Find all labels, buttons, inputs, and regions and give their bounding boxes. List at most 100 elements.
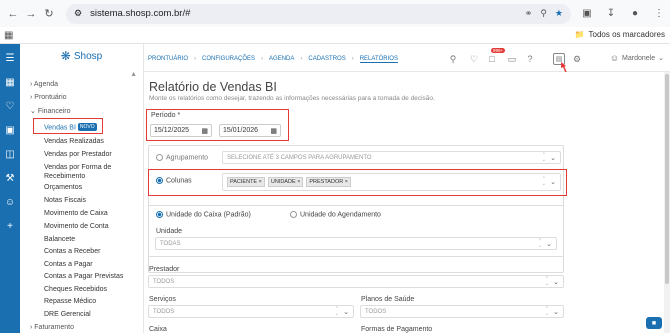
- pin-icon[interactable]: ▲: [130, 71, 137, 78]
- chat-button[interactable]: ■: [646, 317, 662, 329]
- sidebar-item[interactable]: Notas Fiscais: [44, 196, 139, 205]
- chevron-down-icon[interactable]: ⌄: [343, 308, 349, 316]
- agrupamento-radio[interactable]: Agrupamento: [156, 154, 208, 161]
- heart-icon[interactable]: ♡: [0, 96, 20, 116]
- browser-toolbar: ← → ↻ ⚙ sistema.shosp.com.br/# ⚭ ⚲ ★ ▣ ↧…: [0, 0, 670, 27]
- back-icon[interactable]: ←: [4, 5, 22, 23]
- notification-count: 999+: [491, 48, 506, 53]
- breadcrumb-link[interactable]: CADASTROS: [308, 56, 345, 63]
- users-icon[interactable]: ☺: [0, 192, 20, 212]
- servicos-select[interactable]: TODOS ⌃ ⌄ ⌄: [148, 305, 354, 318]
- bell-icon[interactable]: ♡: [468, 53, 480, 65]
- sidebar-item-label: Agenda: [33, 81, 59, 88]
- sidebar-item[interactable]: Contas a Pagar: [44, 260, 139, 269]
- key-icon[interactable]: ⚭: [525, 8, 533, 19]
- chevron-down-icon[interactable]: ⌄: [553, 308, 559, 316]
- radio-button[interactable]: [156, 154, 163, 161]
- sidebar-item[interactable]: Movimento de Conta: [44, 222, 139, 231]
- sidebar-item[interactable]: Vendas por Forma de Recebimento: [44, 163, 139, 181]
- chevron-down-icon[interactable]: ⌄: [553, 278, 559, 286]
- sidebar-item-faturamento[interactable]: › Faturamento: [30, 324, 74, 331]
- sidebar-item-financeiro[interactable]: ⌄ Financeiro: [30, 107, 71, 115]
- avatar[interactable]: ●: [627, 6, 643, 22]
- address-bar[interactable]: ⚙ sistema.shosp.com.br/# ⚭ ⚲ ★: [66, 3, 571, 24]
- scrollbar[interactable]: [664, 72, 670, 333]
- breadcrumb: PRONTUÁRIO › CONFIGURAÇÕES › AGENDA › CADAS…: [148, 56, 398, 63]
- sidebar-item[interactable]: Contas a Pagar Previstas: [44, 272, 139, 281]
- sidebar-item[interactable]: Movimento de Caixa: [44, 209, 139, 218]
- sidebar-item[interactable]: Contas a Receber: [44, 247, 139, 256]
- help-icon[interactable]: ?: [524, 53, 536, 65]
- folder-icon: 📁: [574, 30, 585, 39]
- user-menu[interactable]: ☺ Mardonele ⌄: [610, 53, 664, 63]
- chat-bubble-icon: ■: [651, 319, 657, 327]
- planos-value: TODOS: [365, 308, 387, 315]
- user-name: Mardonele: [622, 54, 656, 62]
- prestador-label: Prestador: [149, 266, 180, 273]
- sidebar-item[interactable]: Balancete: [44, 235, 139, 244]
- chevron-down-icon[interactable]: ⌄: [546, 240, 552, 248]
- sidebar-item[interactable]: Vendas Realizadas: [44, 137, 139, 146]
- breadcrumb-current[interactable]: RELATÓRIOS: [359, 56, 398, 63]
- unidade-select[interactable]: TODAS ⌃ ⌄ ⌄: [155, 237, 557, 250]
- unidade-agendamento-radio[interactable]: Unidade do Agendamento: [290, 211, 381, 218]
- download-icon[interactable]: ↧: [603, 6, 619, 22]
- icon-rail: ☰ ▦ ♡ ▣ ◫ ⚒ ☺ +: [0, 44, 20, 333]
- sidebar-item-agenda[interactable]: › Agenda: [30, 81, 58, 88]
- breadcrumb-link[interactable]: AGENDA: [269, 56, 294, 63]
- sidebar-item[interactable]: Vendas por Prestador: [44, 150, 139, 159]
- sort-icon: ⌃ ⌄: [544, 305, 549, 317]
- sort-icon: ⌃ ⌄: [544, 275, 549, 287]
- plus-icon[interactable]: +: [0, 216, 20, 236]
- agrupamento-label: Agrupamento: [166, 154, 209, 162]
- extensions-icon[interactable]: ▣: [579, 6, 595, 22]
- caixa-label: Caixa: [149, 326, 167, 333]
- menu-icon[interactable]: ☰: [0, 48, 20, 68]
- sidebar-item[interactable]: Repasse Médico: [44, 297, 139, 306]
- planos-label: Planos de Saúde: [361, 296, 415, 303]
- breadcrumb-link[interactable]: PRONTUÁRIO: [148, 56, 188, 63]
- forward-icon[interactable]: →: [22, 5, 40, 23]
- menu-icon[interactable]: ⋮: [651, 6, 667, 22]
- tools-icon[interactable]: ⚒: [0, 168, 20, 188]
- unidade-label: Unidade: [156, 228, 183, 235]
- breadcrumb-link[interactable]: CONFIGURAÇÕES: [202, 56, 255, 63]
- page-title: Relatório de Vendas BI: [149, 80, 277, 94]
- sidebar-item[interactable]: Cheques Recebidos: [44, 285, 139, 294]
- zoom-icon[interactable]: ⚲: [540, 8, 547, 19]
- planos-select[interactable]: TODOS ⌃ ⌄ ⌄: [360, 305, 564, 318]
- calendar-icon[interactable]: ▦: [0, 72, 20, 92]
- reload-icon[interactable]: ↻: [40, 5, 58, 23]
- logo: ❋ Shosp: [20, 44, 143, 68]
- chevron-down-icon: ⌄: [658, 55, 664, 62]
- agrupamento-select[interactable]: SELECIONE ATÉ 3 CAMPOS PARA AGRUPAMENTO ⌃…: [222, 151, 561, 164]
- apps-icon[interactable]: ▦: [4, 30, 13, 41]
- bookmark-folder[interactable]: 📁 Todos os marcadores: [575, 30, 665, 39]
- top-navbar: PRONTUÁRIO › CONFIGURAÇÕES › AGENDA › CADAS…: [144, 44, 670, 72]
- star-icon[interactable]: ★: [555, 8, 563, 19]
- highlight-box: [146, 109, 289, 141]
- sidebar-item[interactable]: Orçamentos: [44, 183, 139, 192]
- search-icon[interactable]: ⚲: [447, 53, 459, 65]
- chat-icon[interactable]: □ 999+: [486, 48, 506, 65]
- sidebar-item-label: Faturamento: [34, 324, 74, 331]
- brand-name: Shosp: [73, 50, 103, 62]
- radio-button[interactable]: [290, 211, 297, 218]
- radio-button[interactable]: [156, 211, 163, 218]
- sidebar-item-prontuario[interactable]: › Prontuário: [30, 94, 67, 101]
- database-icon[interactable]: ◫: [0, 144, 20, 164]
- site-info-icon[interactable]: ⚙: [74, 8, 82, 19]
- unidade-caixa-radio[interactable]: Unidade do Caixa (Padrão): [156, 211, 251, 218]
- chevron-down-icon[interactable]: ⌄: [550, 154, 556, 162]
- bookmark-folder-label: Todos os marcadores: [588, 30, 665, 39]
- unidade-value: TODAS: [160, 240, 181, 247]
- main-content: Relatório de Vendas BI Monte os relatóri…: [144, 72, 670, 333]
- unidade-agendamento-label: Unidade do Agendamento: [300, 211, 381, 219]
- scrollbar-thumb[interactable]: [665, 74, 669, 284]
- sidebar-item[interactable]: DRE Gerencial: [44, 310, 139, 319]
- monitor-icon[interactable]: ▭: [506, 53, 518, 65]
- money-icon[interactable]: ▣: [0, 120, 20, 140]
- sidebar: ❋ Shosp ▲ › Agenda › Prontuário ⌄ Finance…: [20, 44, 144, 333]
- sort-icon: ⌃ ⌄: [541, 151, 546, 163]
- prestador-select[interactable]: TODOS ⌃ ⌄ ⌄: [148, 275, 564, 288]
